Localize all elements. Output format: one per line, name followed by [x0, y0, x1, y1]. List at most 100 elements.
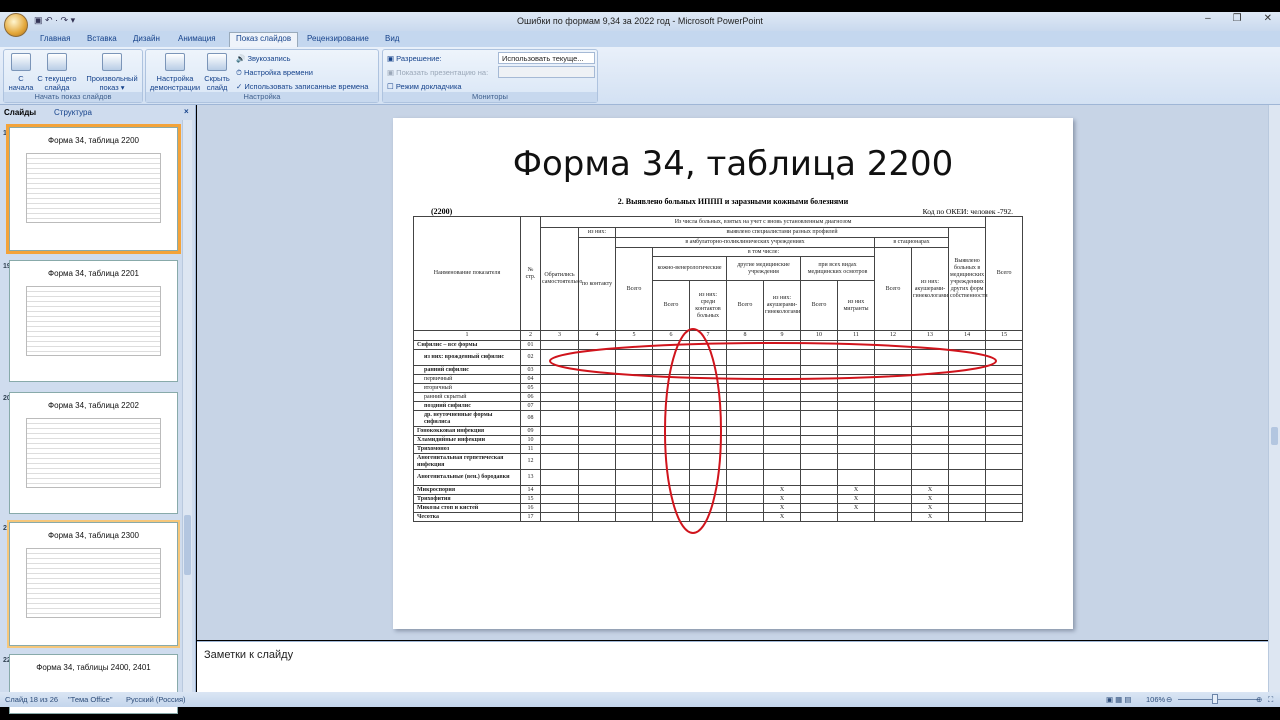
table-row[interactable]: вторичный 05 [413, 383, 1024, 393]
data-cell[interactable] [615, 512, 653, 522]
tab-animation[interactable]: Анимация [178, 34, 216, 43]
data-cell[interactable] [652, 340, 690, 350]
data-cell[interactable] [689, 374, 727, 384]
data-cell[interactable] [800, 426, 838, 436]
data-cell[interactable] [874, 503, 912, 513]
data-cell[interactable] [540, 410, 579, 427]
table-row[interactable]: поздний сифилис 07 [413, 401, 1024, 411]
data-cell[interactable] [947, 401, 987, 411]
data-cell[interactable] [689, 444, 727, 454]
data-cell[interactable] [911, 340, 949, 350]
data-cell[interactable] [615, 374, 653, 384]
data-cell[interactable] [578, 426, 616, 436]
data-cell[interactable] [985, 469, 1024, 486]
data-cell[interactable] [615, 469, 653, 486]
data-cell[interactable] [615, 401, 653, 411]
data-cell[interactable] [540, 494, 579, 504]
data-cell[interactable] [800, 392, 838, 402]
data-cell[interactable] [837, 392, 875, 402]
use-timings-checkbox[interactable]: ✓ Использовать записанные времена [236, 82, 368, 91]
data-cell[interactable] [652, 410, 690, 427]
data-cell[interactable] [911, 392, 949, 402]
data-cell[interactable] [578, 503, 616, 513]
data-cell[interactable] [837, 383, 875, 393]
data-cell[interactable] [726, 365, 764, 375]
table-row[interactable]: Сифилис – все формы 01 [413, 340, 1024, 350]
slide-title[interactable]: Форма 34, таблица 2200 [393, 144, 1073, 184]
data-cell[interactable] [652, 444, 690, 454]
data-cell[interactable] [652, 349, 690, 366]
data-cell[interactable] [800, 444, 838, 454]
data-cell[interactable] [726, 503, 764, 513]
x-mark-cell[interactable]: X [837, 494, 875, 504]
table-row[interactable]: ранний скрытый 06 [413, 392, 1024, 402]
office-button[interactable] [4, 13, 28, 37]
data-cell[interactable] [578, 401, 616, 411]
data-cell[interactable] [726, 340, 764, 350]
data-cell[interactable] [578, 469, 616, 486]
data-cell[interactable] [763, 340, 801, 350]
data-cell[interactable] [947, 503, 987, 513]
language[interactable]: Русский (Россия) [126, 695, 186, 704]
data-cell[interactable] [763, 349, 801, 366]
data-cell[interactable] [947, 410, 987, 427]
data-cell[interactable] [837, 365, 875, 375]
data-cell[interactable] [726, 512, 764, 522]
data-cell[interactable] [689, 401, 727, 411]
rehearse-timings-button[interactable]: ⏱ Настройка времени [236, 68, 313, 78]
data-cell[interactable] [947, 340, 987, 350]
data-cell[interactable] [947, 374, 987, 384]
scrollbar-thumb[interactable] [184, 515, 191, 575]
data-cell[interactable] [615, 503, 653, 513]
data-cell[interactable] [578, 392, 616, 402]
scrollbar-thumb[interactable] [1271, 427, 1278, 445]
slides-panel-scrollbar[interactable] [182, 120, 192, 692]
data-cell[interactable] [763, 469, 801, 486]
data-cell[interactable] [800, 365, 838, 375]
data-cell[interactable] [837, 401, 875, 411]
table-row[interactable]: Микозы стоп и кистей 16 X X X [413, 503, 1024, 513]
data-cell[interactable] [652, 469, 690, 486]
data-cell[interactable] [689, 512, 727, 522]
data-cell[interactable] [726, 349, 764, 366]
data-cell[interactable] [800, 410, 838, 427]
data-cell[interactable] [615, 494, 653, 504]
data-cell[interactable] [911, 426, 949, 436]
data-cell[interactable] [800, 401, 838, 411]
data-cell[interactable] [837, 469, 875, 486]
data-cell[interactable] [540, 453, 579, 470]
custom-show-button[interactable]: Произвольный показ ▾ [82, 53, 142, 92]
data-cell[interactable] [985, 410, 1024, 427]
data-cell[interactable] [837, 374, 875, 384]
data-cell[interactable] [947, 426, 987, 436]
data-cell[interactable] [800, 469, 838, 486]
data-cell[interactable] [578, 365, 616, 375]
data-cell[interactable] [874, 512, 912, 522]
data-cell[interactable] [837, 349, 875, 366]
data-cell[interactable] [763, 426, 801, 436]
data-cell[interactable] [874, 444, 912, 454]
data-cell[interactable] [874, 453, 912, 470]
data-cell[interactable] [689, 392, 727, 402]
data-cell[interactable] [911, 444, 949, 454]
data-cell[interactable] [689, 494, 727, 504]
tab-home[interactable]: Главная [40, 34, 70, 43]
close-panel-icon[interactable]: × [184, 107, 189, 116]
data-cell[interactable] [800, 512, 838, 522]
data-cell[interactable] [726, 485, 764, 495]
data-cell[interactable] [652, 503, 690, 513]
tab-insert[interactable]: Вставка [87, 34, 117, 43]
data-cell[interactable] [985, 494, 1024, 504]
notes-pane[interactable]: Заметки к слайду [197, 641, 1268, 692]
data-cell[interactable] [837, 444, 875, 454]
presenter-view-checkbox[interactable]: ☐ Режим докладчика [387, 82, 462, 91]
from-current-button[interactable]: С текущего слайда [36, 53, 78, 92]
table-row[interactable]: первичный 04 [413, 374, 1024, 384]
data-cell[interactable] [540, 340, 579, 350]
data-cell[interactable] [874, 469, 912, 486]
zoom-slider[interactable] [1178, 699, 1258, 700]
data-cell[interactable] [947, 453, 987, 470]
tab-outline[interactable]: Структура [54, 108, 92, 117]
data-cell[interactable] [689, 435, 727, 445]
table-row[interactable]: Хламидийные инфекции 10 [413, 435, 1024, 445]
